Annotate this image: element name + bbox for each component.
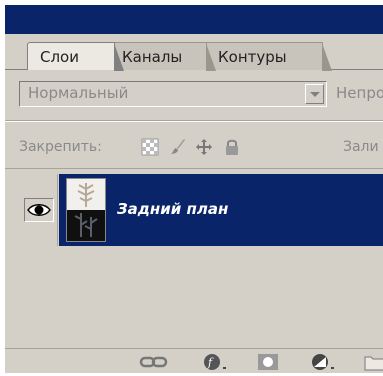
layer-mask-icon[interactable] — [256, 353, 280, 371]
lock-position-move-icon[interactable] — [195, 138, 213, 156]
lock-image-brush-icon[interactable] — [169, 138, 187, 156]
tab-layers-label: Слои — [40, 48, 79, 66]
panel-bottom-toolbar: f — [5, 348, 383, 373]
chevron-down-icon[interactable] — [305, 84, 324, 104]
fill-label: Зали — [343, 139, 379, 155]
visibility-toggle[interactable] — [24, 198, 54, 222]
layer-row[interactable]: Задний план — [5, 174, 383, 246]
layer-name[interactable]: Задний план — [117, 200, 228, 218]
lock-all-padlock-icon[interactable] — [223, 138, 241, 156]
tab-channels-label: Каналы — [122, 48, 183, 66]
lock-transparency-icon[interactable] — [141, 138, 159, 156]
eye-icon — [27, 204, 51, 216]
new-group-folder-icon[interactable] — [363, 353, 383, 371]
layers-content: Нормальный Непро Закрепить: Зали Задний … — [5, 70, 383, 373]
blend-mode-select[interactable]: Нормальный — [19, 81, 327, 107]
lock-label: Закрепить: — [19, 139, 102, 155]
layer-visibility-cell[interactable] — [19, 174, 58, 246]
opacity-label: Непро — [336, 84, 383, 102]
tab-paths[interactable]: Контуры — [205, 42, 332, 71]
layer-thumbnail-image — [67, 179, 105, 241]
link-layers-icon[interactable] — [139, 353, 169, 371]
layer-thumbnail — [66, 178, 106, 242]
layer-style-fx-icon[interactable]: f — [201, 353, 231, 371]
tab-layers[interactable]: Слои — [27, 42, 124, 71]
blend-mode-value: Нормальный — [28, 84, 129, 102]
panel-title-bar[interactable] — [5, 5, 383, 34]
panel-tabs: Слои Каналы Контуры — [5, 34, 383, 71]
layers-panel: Слои Каналы Контуры Нормальный Непро Зак… — [4, 4, 383, 373]
adjustment-layer-icon[interactable] — [309, 353, 339, 371]
tab-paths-label: Контуры — [218, 48, 287, 66]
layer-selected-background[interactable]: Задний план — [59, 174, 383, 246]
